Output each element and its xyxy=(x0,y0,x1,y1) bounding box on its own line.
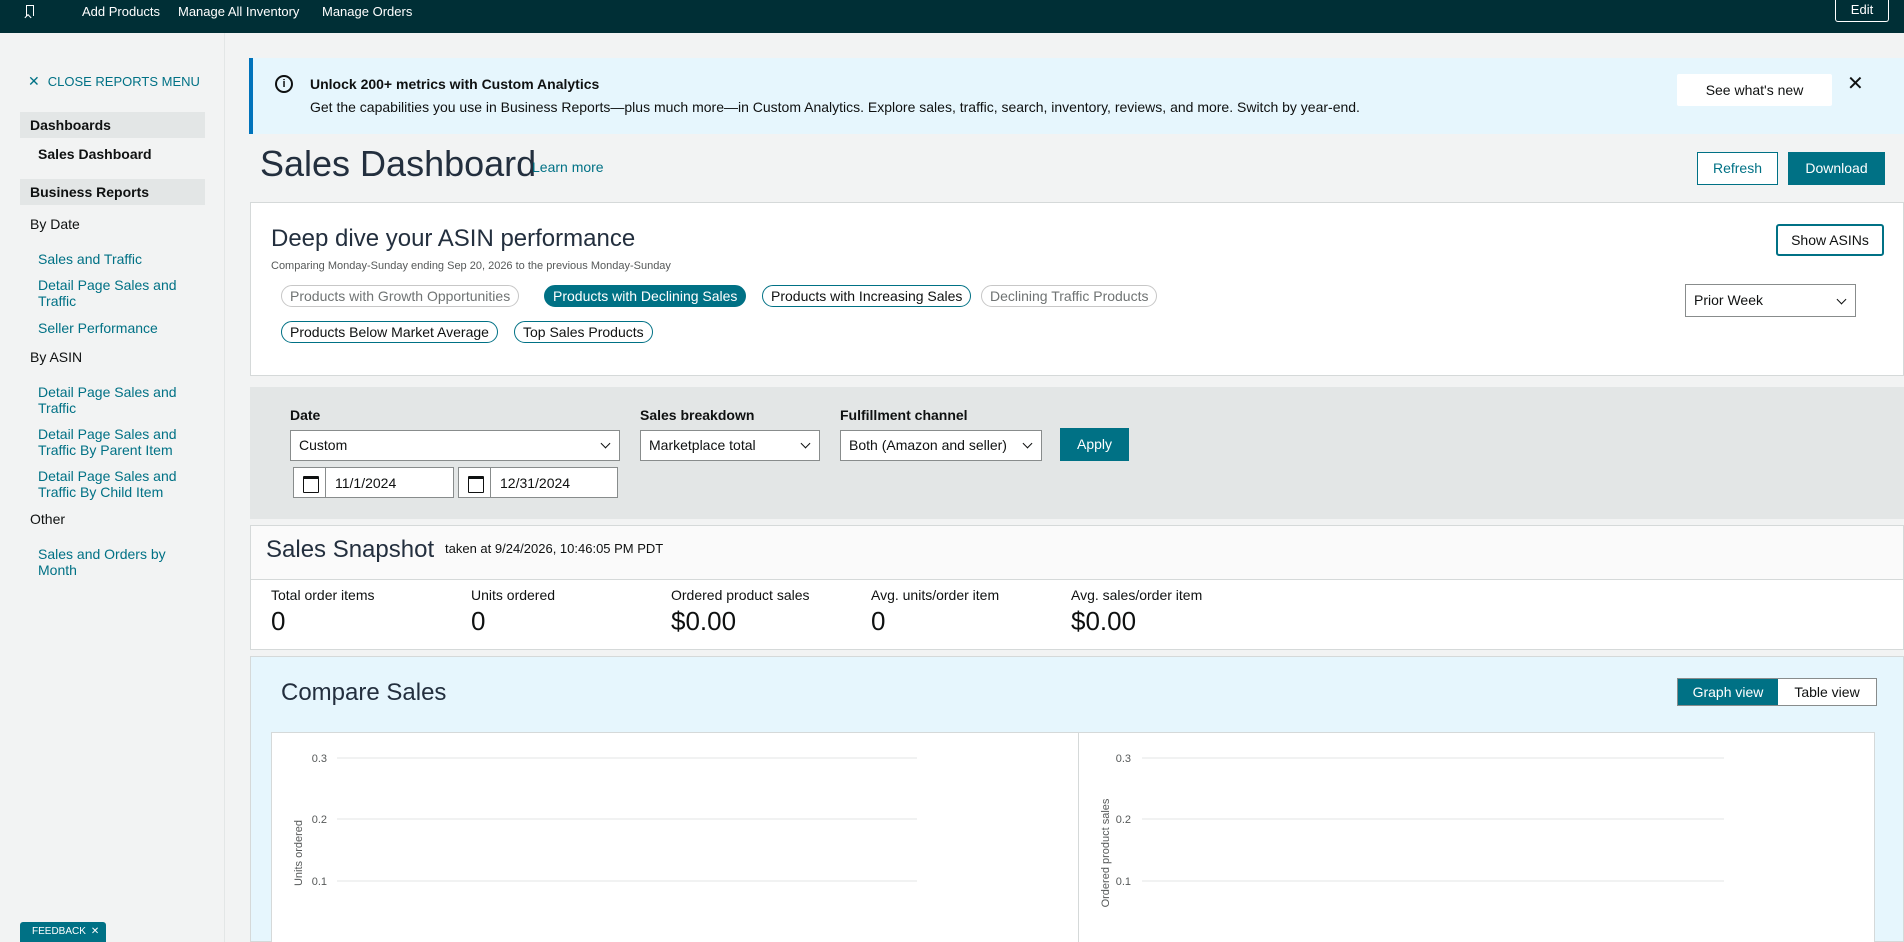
metric-label: Ordered product sales xyxy=(671,587,810,603)
sidebar-link-sales-and-traffic[interactable]: Sales and Traffic xyxy=(38,251,188,267)
sidebar-link-asin-detail-page[interactable]: Detail Page Sales and Traffic xyxy=(38,384,188,416)
page-title: Sales Dashboard xyxy=(260,143,537,184)
snapshot-header: Sales Snapshot taken at 9/24/2026, 10:46… xyxy=(251,526,1903,580)
close-reports-menu[interactable]: ✕ CLOSE REPORTS MENU xyxy=(28,73,200,90)
close-icon[interactable]: ✕ xyxy=(91,926,99,937)
banner-title: Unlock 200+ metrics with Custom Analytic… xyxy=(310,76,600,92)
asin-performance-panel: Deep dive your ASIN performance Comparin… xyxy=(250,202,1904,376)
asin-panel-subtitle: Comparing Monday-Sunday ending Sep 20, 2… xyxy=(271,260,671,272)
period-select[interactable]: Prior Week xyxy=(1685,284,1856,317)
banner-text: Get the capabilities you use in Business… xyxy=(310,99,1360,115)
end-date-input[interactable]: 12/31/2024 xyxy=(458,467,618,498)
y-tick-label: 0.3 xyxy=(312,753,327,765)
fulfillment-channel-select[interactable]: Both (Amazon and seller) xyxy=(840,430,1042,461)
metric-label: Units ordered xyxy=(471,587,556,603)
sidebar-link-seller-performance[interactable]: Seller Performance xyxy=(38,320,188,336)
feedback-button[interactable]: FEEDBACK ✕ xyxy=(20,922,106,942)
metric-value: 0 xyxy=(871,606,886,636)
other-group: Other xyxy=(30,511,66,527)
by-date-group: By Date xyxy=(30,216,80,232)
pill-increasing-sales[interactable]: Products with Increasing Sales xyxy=(762,285,972,307)
chevron-down-icon xyxy=(1022,438,1033,449)
nav-add-products[interactable]: Add Products xyxy=(82,4,160,19)
ordered-product-sales-chart: 0.3 0.2 0.1 Ordered product sales xyxy=(1100,753,1724,907)
sales-breakdown-select[interactable]: Marketplace total xyxy=(640,430,820,461)
info-icon: i xyxy=(275,75,293,93)
y-tick-label: 0.1 xyxy=(312,876,327,888)
compare-sales-panel: Compare Sales Graph view Table view 0.3 0… xyxy=(250,656,1904,942)
filter-bar: Date Custom 11/1/2024 12/31/2024 Sales b… xyxy=(250,387,1904,519)
y-axis-label: Units ordered xyxy=(293,820,305,886)
fulfillment-channel-label: Fulfillment channel xyxy=(840,407,968,423)
date-label: Date xyxy=(290,407,321,423)
asin-panel-title: Deep dive your ASIN performance xyxy=(271,225,636,252)
apply-button[interactable]: Apply xyxy=(1060,428,1129,461)
sidebar-link-detail-page-sales-traffic[interactable]: Detail Page Sales and Traffic xyxy=(38,277,188,309)
chevron-down-icon xyxy=(600,438,611,449)
date-select[interactable]: Custom xyxy=(290,430,620,461)
metric-value: 0 xyxy=(471,606,486,636)
metric-value: 0 xyxy=(271,606,286,636)
view-toggle: Graph view Table view xyxy=(1677,678,1877,706)
metric-value: $0.00 xyxy=(1071,606,1137,636)
reports-sidebar: ✕ CLOSE REPORTS MENU Dashboards Sales Das… xyxy=(0,33,225,942)
y-tick-label: 0.3 xyxy=(1116,753,1131,765)
y-tick-label: 0.1 xyxy=(1116,876,1131,888)
dashboards-heading: Dashboards xyxy=(20,112,205,138)
metric-label: Avg. sales/order item xyxy=(1071,587,1203,603)
table-view-button[interactable]: Table view xyxy=(1778,679,1876,705)
sidebar-link-asin-child-item[interactable]: Detail Page Sales and Traffic By Child I… xyxy=(38,468,188,500)
sidebar-link-sales-orders-month[interactable]: Sales and Orders by Month xyxy=(38,546,188,578)
learn-more-link[interactable]: Learn more xyxy=(532,159,604,175)
graph-view-button[interactable]: Graph view xyxy=(1678,679,1778,705)
y-tick-label: 0.2 xyxy=(1116,814,1131,826)
nav-manage-orders[interactable]: Manage Orders xyxy=(322,4,412,19)
chevron-down-icon xyxy=(800,438,811,449)
calendar-icon[interactable] xyxy=(294,468,326,497)
compare-sales-title: Compare Sales xyxy=(281,679,447,706)
snapshot-title: Sales Snapshot xyxy=(266,536,435,563)
sales-snapshot: Sales Snapshot taken at 9/24/2026, 10:46… xyxy=(250,525,1904,650)
y-axis-label: Ordered product sales xyxy=(1100,798,1112,907)
calendar-icon[interactable] xyxy=(459,468,491,497)
show-asins-button[interactable]: Show ASINs xyxy=(1776,224,1884,256)
nav-manage-inventory[interactable]: Manage All Inventory xyxy=(178,4,299,19)
pill-declining-sales[interactable]: Products with Declining Sales xyxy=(544,285,747,307)
chevron-down-icon xyxy=(1836,294,1847,305)
see-whats-new-button[interactable]: See what's new xyxy=(1677,74,1832,106)
sidebar-item-sales-dashboard[interactable]: Sales Dashboard xyxy=(38,146,152,162)
metric-value: $0.00 xyxy=(671,606,737,636)
download-button[interactable]: Download xyxy=(1788,152,1885,185)
pill-below-market-average[interactable]: Products Below Market Average xyxy=(281,321,498,343)
refresh-button[interactable]: Refresh xyxy=(1697,152,1778,185)
pill-top-sales[interactable]: Top Sales Products xyxy=(514,321,653,343)
pill-growth-opportunities[interactable]: Products with Growth Opportunities xyxy=(281,285,520,307)
business-reports-heading: Business Reports xyxy=(20,179,205,205)
metric-label: Avg. units/order item xyxy=(871,587,1000,603)
top-navigation: Add Products Manage All Inventory Manage… xyxy=(0,0,1904,33)
by-asin-group: By ASIN xyxy=(30,349,83,365)
charts-area: 0.3 0.2 0.1 Units ordered 0.3 0.2 0.1 Ordered … xyxy=(271,732,1875,942)
metric-label: Total order items xyxy=(271,587,375,603)
units-ordered-chart: 0.3 0.2 0.1 Units ordered xyxy=(293,753,917,888)
custom-analytics-banner: i Unlock 200+ metrics with Custom Analyt… xyxy=(249,58,1904,134)
edit-button[interactable]: Edit xyxy=(1835,0,1889,22)
snapshot-timestamp: taken at 9/24/2026, 10:46:05 PM PDT xyxy=(445,541,664,556)
pill-declining-traffic[interactable]: Declining Traffic Products xyxy=(981,285,1158,307)
y-tick-label: 0.2 xyxy=(312,814,327,826)
close-icon[interactable]: ✕ xyxy=(1847,71,1864,96)
sidebar-link-asin-parent-item[interactable]: Detail Page Sales and Traffic By Parent … xyxy=(38,426,188,458)
start-date-input[interactable]: 11/1/2024 xyxy=(293,467,454,498)
sales-breakdown-label: Sales breakdown xyxy=(640,407,755,423)
bookmark-icon[interactable] xyxy=(26,5,34,16)
close-icon: ✕ xyxy=(28,73,40,89)
